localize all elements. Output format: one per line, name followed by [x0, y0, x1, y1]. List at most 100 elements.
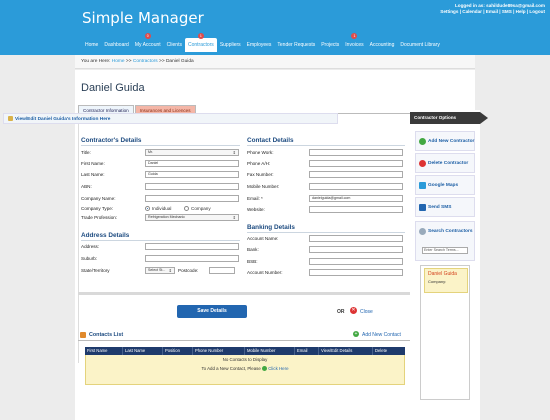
- trade-profession-row: Trade Profession: Refrigeration Mechanic…: [81, 214, 241, 221]
- add-new-contact-link[interactable]: Add New Contact: [362, 332, 401, 338]
- sidebar-add-contractor[interactable]: Add New Contractor: [415, 131, 475, 151]
- edit-icon: [8, 116, 13, 121]
- close-icon[interactable]: ✕: [350, 307, 357, 314]
- state-label: State/Territory: [81, 268, 110, 273]
- nav-accounting[interactable]: Accounting: [367, 38, 398, 52]
- banking-details-title: Banking Details: [247, 224, 295, 231]
- section-rule: [247, 232, 405, 233]
- col-position: Position: [163, 347, 193, 355]
- bsb-label: BSB:: [247, 259, 258, 264]
- save-details-button[interactable]: Save Details: [177, 305, 247, 318]
- state-select[interactable]: Select St... ⇕: [145, 267, 175, 274]
- title-row: Title: Mr. ⇕: [81, 149, 241, 156]
- bank-input[interactable]: [309, 246, 403, 253]
- phone-work-row: Phone Work:: [247, 149, 407, 156]
- delete-icon: [419, 160, 426, 167]
- radio-individual[interactable]: [145, 205, 150, 211]
- nav-invoices[interactable]: Invoices 1: [342, 33, 366, 52]
- website-input[interactable]: [309, 206, 403, 213]
- search-result-card[interactable]: Daniel Guida Company:: [424, 268, 468, 293]
- mobile-input[interactable]: [309, 183, 403, 190]
- nav-tender-requests[interactable]: Tender Requests: [274, 38, 318, 52]
- suburb-input[interactable]: [145, 255, 239, 262]
- main-nav: Home Dashboard My Account 0 Clients Contr…: [82, 33, 443, 52]
- nav-dashboard[interactable]: Dashboard: [101, 38, 131, 52]
- app-header: Simple Manager Logged in as: sahildude89…: [0, 0, 550, 55]
- nav-contractors[interactable]: Contractors 1: [184, 33, 217, 52]
- fax-input[interactable]: [309, 171, 403, 178]
- website-label: Website:: [247, 207, 265, 212]
- breadcrumb-sep: >>: [159, 59, 165, 64]
- result-name: Daniel Guida: [428, 271, 457, 277]
- nav-employees[interactable]: Employees: [244, 38, 275, 52]
- breadcrumb-home[interactable]: Home: [112, 59, 125, 64]
- view-edit-banner: View/Edit Daniel Guida's Information Her…: [3, 113, 338, 124]
- sidebar-send-sms[interactable]: Send SMS: [415, 197, 475, 217]
- page-title: Daniel Guida: [81, 82, 145, 94]
- breadcrumb-sep: >>: [125, 59, 132, 64]
- postcode-input[interactable]: [209, 267, 235, 274]
- mobile-label: Mobile Number:: [247, 184, 280, 189]
- website-row: Website:: [247, 206, 407, 213]
- postcode-label: Postcode:: [178, 268, 199, 273]
- address-row: Address:: [81, 243, 241, 250]
- col-phone-number: Phone Number: [193, 347, 245, 355]
- trade-profession-label: Trade Profession:: [81, 215, 118, 220]
- phone-work-input[interactable]: [309, 149, 403, 156]
- account-number-label: Account Number:: [247, 270, 283, 275]
- nav-document-library[interactable]: Document Library: [397, 38, 442, 52]
- map-icon: [419, 182, 426, 189]
- last-name-input[interactable]: Guida: [145, 171, 239, 178]
- mobile-row: Mobile Number:: [247, 183, 407, 190]
- breadcrumb-current: Daniel Guida: [165, 59, 194, 64]
- chevron-down-icon: ⇕: [168, 268, 172, 273]
- add-contact-icon[interactable]: +: [353, 331, 359, 337]
- email-input[interactable]: danielguida@gmail.com: [309, 195, 403, 202]
- phone-ah-input[interactable]: [309, 160, 403, 167]
- address-input[interactable]: [145, 243, 239, 250]
- breadcrumb: You are Here: Home >> Contractors >> Dan…: [75, 55, 475, 69]
- click-here-link[interactable]: Click Here: [268, 366, 288, 371]
- nav-badge: 1: [351, 33, 358, 39]
- breadcrumb-contractors[interactable]: Contractors: [133, 59, 158, 64]
- chevron-down-icon: ⇕: [232, 150, 236, 155]
- account-name-input[interactable]: [309, 235, 403, 242]
- nav-home[interactable]: Home: [82, 38, 101, 52]
- company-type-row: Company Type: Individual Company: [81, 205, 241, 212]
- nav-my-account[interactable]: My Account 0: [132, 33, 164, 52]
- account-number-row: Account Number:: [247, 269, 407, 276]
- nav-projects[interactable]: Projects: [318, 38, 342, 52]
- sidebar-delete-contractor[interactable]: Delete Contractor: [415, 153, 475, 173]
- radio-company[interactable]: [184, 205, 189, 211]
- account-name-row: Account Name:: [247, 235, 407, 242]
- abn-input[interactable]: [145, 183, 239, 190]
- sms-icon: [419, 204, 426, 211]
- contacts-table: First Name Last Name Position Phone Numb…: [85, 347, 405, 385]
- first-name-label: First Name:: [81, 161, 105, 166]
- abn-row: ABN:: [81, 183, 241, 190]
- trade-profession-select[interactable]: Refrigeration Mechanic ⇕: [145, 214, 239, 221]
- sidebar-google-maps[interactable]: Google Maps: [415, 175, 475, 195]
- search-contractors-input[interactable]: Enter Search Terms...: [422, 247, 468, 254]
- nav-suppliers[interactable]: Suppliers: [217, 38, 244, 52]
- bank-row: Bank:: [247, 246, 407, 253]
- email-row: Email: * danielguida@gmail.com: [247, 195, 407, 202]
- company-name-input[interactable]: [145, 195, 239, 202]
- bsb-input[interactable]: [309, 258, 403, 265]
- header-links[interactable]: Settings | Calendar | Email | SMS | Help…: [440, 9, 545, 15]
- nav-clients[interactable]: Clients: [164, 38, 185, 52]
- fax-row: Fax Number:: [247, 171, 407, 178]
- title-select[interactable]: Mr. ⇕: [145, 149, 239, 156]
- col-email: Email: [295, 347, 319, 355]
- state-row: State/Territory Select St... ⇕ Postcode:: [81, 267, 241, 274]
- add-icon: [262, 366, 268, 372]
- first-name-input[interactable]: Daniel: [145, 160, 239, 167]
- col-view-edit-details: View/Edit Details: [319, 347, 373, 355]
- nav-badge: 1: [197, 33, 204, 39]
- account-number-input[interactable]: [309, 269, 403, 276]
- form-footer-bar: [78, 292, 413, 295]
- bank-label: Bank:: [247, 247, 259, 252]
- app-logo[interactable]: Simple Manager: [82, 9, 204, 27]
- or-text: OR: [337, 309, 345, 315]
- close-link[interactable]: Close: [360, 309, 373, 315]
